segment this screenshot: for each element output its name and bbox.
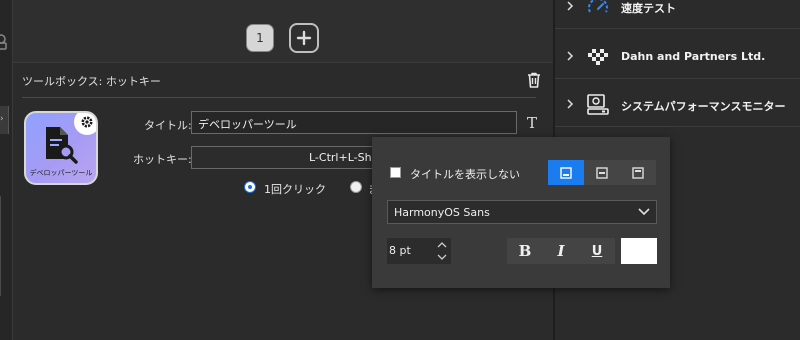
chevron-right-icon[interactable] bbox=[565, 0, 575, 12]
single-click-label: 1回クリック bbox=[264, 183, 326, 196]
title-position-center-button[interactable] bbox=[584, 160, 620, 185]
tool-icon-label: デベロッパーツール bbox=[29, 169, 93, 177]
speedometer-icon bbox=[588, 0, 608, 13]
plus-icon bbox=[296, 30, 312, 46]
title-position-bottom-button[interactable] bbox=[548, 160, 584, 185]
monitor-icon bbox=[587, 94, 609, 115]
size-stepper-icon[interactable] bbox=[436, 240, 448, 262]
section-divider bbox=[22, 97, 536, 98]
rail-collapse-tab[interactable]: › bbox=[0, 106, 9, 134]
chevron-right-icon[interactable] bbox=[565, 98, 575, 110]
gear-icon[interactable] bbox=[74, 113, 96, 135]
rail-handle-icon[interactable] bbox=[0, 34, 8, 50]
tree-item-dahn-partners[interactable]: Dahn and Partners Ltd. bbox=[555, 36, 800, 79]
left-rail bbox=[0, 0, 13, 340]
tree-item-label: システムパフォーマンスモニター bbox=[621, 100, 786, 113]
font-family-select[interactable]: HarmonyOS Sans bbox=[387, 200, 657, 224]
single-click-radio[interactable] bbox=[244, 181, 256, 193]
checker-logo-icon bbox=[588, 49, 608, 65]
italic-button[interactable]: I bbox=[543, 238, 579, 264]
tree-item-speed-test[interactable]: 速度テスト bbox=[555, 0, 800, 29]
align-bottom-icon bbox=[560, 166, 572, 179]
section-title: ツールボックス: ホットキー bbox=[22, 75, 161, 88]
text-color-swatch[interactable] bbox=[621, 238, 657, 264]
page-1-button[interactable]: 1 bbox=[246, 24, 274, 52]
hide-title-checkbox[interactable] bbox=[390, 167, 401, 178]
add-page-button[interactable] bbox=[289, 23, 319, 53]
trash-icon[interactable] bbox=[525, 71, 543, 89]
hide-title-label: タイトルを表示しない bbox=[410, 168, 520, 181]
title-field-label: タイトル: bbox=[144, 119, 192, 132]
tree-item-label: Dahn and Partners Ltd. bbox=[621, 50, 766, 63]
align-top-icon bbox=[632, 166, 644, 179]
rail-divider bbox=[0, 196, 1, 296]
document-search-icon bbox=[46, 127, 78, 164]
hotkey-input[interactable]: L-Ctrl+L-Sh bbox=[191, 146, 386, 169]
title-input[interactable]: デベロッパーツール bbox=[191, 111, 517, 134]
chevron-down-icon[interactable] bbox=[638, 207, 650, 217]
tool-icon-preview[interactable]: デベロッパーツール bbox=[24, 111, 98, 185]
alt-click-radio[interactable] bbox=[350, 181, 362, 193]
hotkey-field-label: ホットキー: bbox=[133, 153, 192, 166]
chevron-right-icon[interactable] bbox=[565, 50, 575, 62]
tree-item-system-monitor[interactable]: システムパフォーマンスモニター bbox=[555, 84, 800, 127]
title-position-top-button[interactable] bbox=[620, 160, 656, 185]
text-style-icon[interactable]: T bbox=[527, 114, 541, 132]
tree-item-label: 速度テスト bbox=[621, 2, 676, 15]
align-center-icon bbox=[596, 166, 608, 179]
pager-bar bbox=[13, 0, 553, 63]
underline-button[interactable]: U bbox=[579, 238, 615, 264]
bold-button[interactable]: B bbox=[507, 238, 543, 264]
